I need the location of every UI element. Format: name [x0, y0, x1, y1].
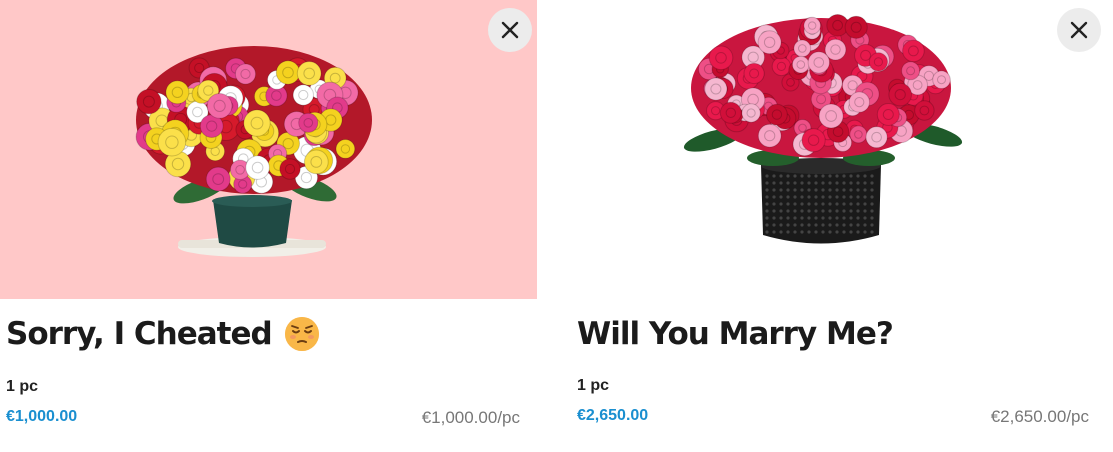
product-card: Will You Marry Me? 1 pc €2,650.00 €2,650… [553, 0, 1113, 452]
product-price: €2,650.00 [577, 407, 649, 424]
pensive-face-emoji-icon [284, 317, 319, 351]
product-comparison-page: Sorry, I Cheated 1 pc €1,000.00 €1,000.0… [0, 0, 1113, 452]
product-title-text: Will You Marry Me? [577, 316, 894, 352]
close-icon [1070, 21, 1088, 39]
product-price: €1,000.00 [6, 408, 78, 425]
close-icon [501, 21, 519, 39]
product-title-text: Sorry, I Cheated [6, 316, 273, 352]
product-quantity: 1 pc [6, 378, 39, 395]
product-title: Will You Marry Me? [577, 316, 894, 352]
product-image [0, 0, 537, 299]
product-image [553, 0, 1113, 299]
close-button[interactable] [1057, 8, 1101, 52]
roses-bouquet-image [135, 46, 372, 257]
product-title: Sorry, I Cheated [6, 316, 320, 352]
product-unit-price: €2,650.00/pc [990, 407, 1089, 426]
product-card: Sorry, I Cheated 1 pc €1,000.00 €1,000.0… [0, 0, 537, 452]
product-unit-price: €1,000.00/pc [421, 408, 520, 427]
product-quantity: 1 pc [577, 377, 610, 394]
close-button[interactable] [488, 8, 532, 52]
roses-bouquet-image [683, 13, 963, 244]
